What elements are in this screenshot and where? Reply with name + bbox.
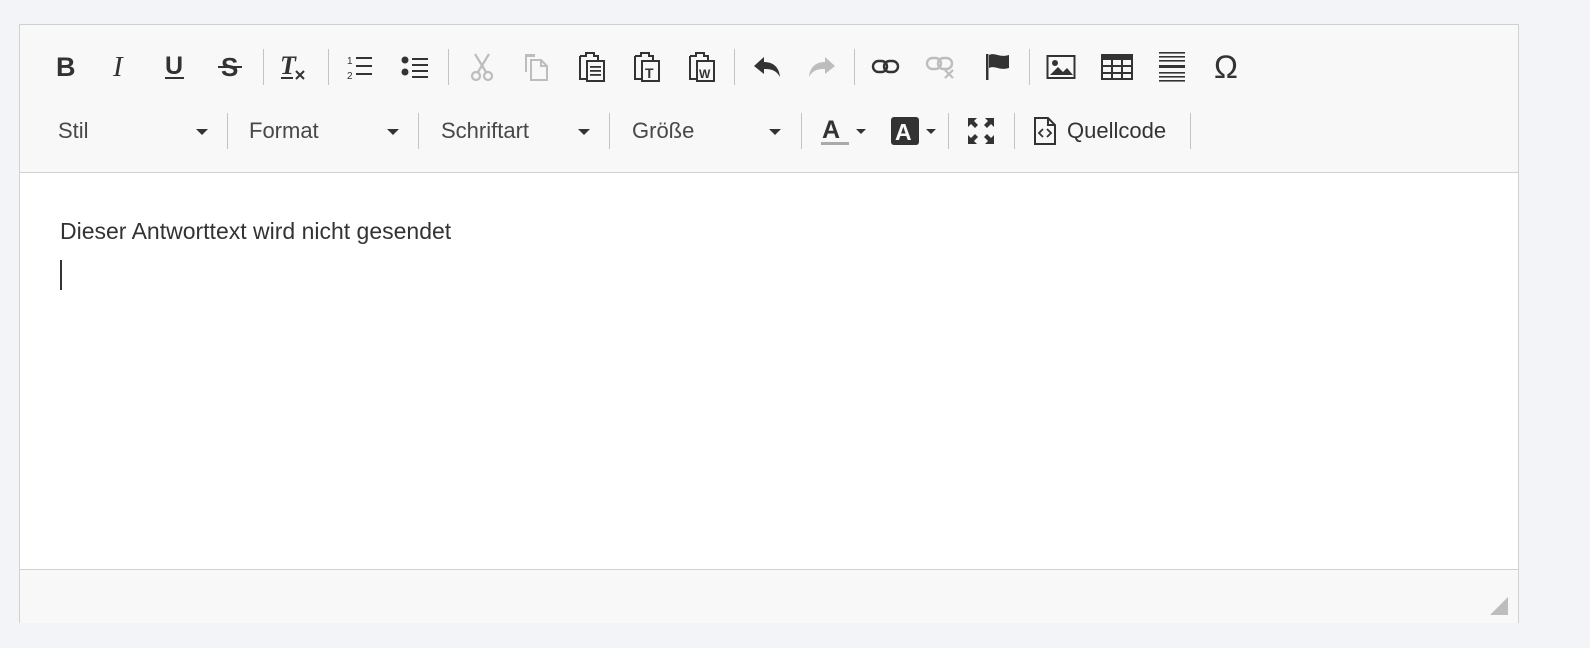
paste-word-icon: W (689, 52, 715, 82)
format-combo-label: Format (249, 118, 319, 143)
editor-toolbar: B I U S T 1 2 T W Ω Stil Format Schrifta… (20, 25, 1518, 173)
style-combo-label: Stil (58, 118, 89, 143)
redo-icon (809, 57, 835, 77)
underline-icon: U (165, 53, 184, 80)
bold-button[interactable]: B (45, 45, 85, 89)
svg-text:1: 1 (347, 56, 353, 67)
text-color-icon: A (821, 116, 849, 145)
toolbar-separator (227, 113, 228, 149)
source-document-icon (1034, 117, 1056, 145)
paste-icon (579, 52, 605, 82)
strikethrough-button[interactable]: S (210, 45, 250, 89)
paste-button[interactable] (572, 45, 612, 89)
svg-text:W: W (699, 67, 711, 81)
svg-text:T: T (280, 52, 297, 80)
svg-text:I: I (112, 54, 124, 80)
remove-format-button[interactable]: T (273, 45, 313, 89)
underline-button[interactable]: U (155, 45, 195, 89)
chevron-down-icon (856, 128, 866, 134)
toolbar-separator (418, 113, 419, 149)
undo-icon (754, 57, 780, 77)
horizontal-line-button[interactable] (1152, 45, 1192, 89)
source-button[interactable]: Quellcode (1033, 109, 1183, 153)
special-char-icon: Ω (1214, 52, 1238, 82)
background-color-button[interactable]: A (883, 109, 943, 153)
svg-text:2: 2 (347, 71, 353, 81)
special-char-button[interactable]: Ω (1208, 45, 1248, 89)
copy-icon (525, 54, 548, 81)
svg-text:Ω: Ω (1214, 52, 1238, 82)
text-caret (60, 260, 62, 290)
italic-icon: I (112, 54, 124, 80)
unlink-button[interactable] (921, 45, 961, 89)
editor-content-area[interactable]: Dieser Antworttext wird nicht gesendet (20, 173, 1518, 568)
toolbar-separator (1029, 49, 1030, 85)
font-combo-label: Schriftart (441, 118, 530, 143)
toolbar-separator (1190, 113, 1191, 149)
bulleted-list-button[interactable] (395, 45, 435, 89)
editor-text: Dieser Antworttext wird nicht gesendet (60, 218, 452, 244)
undo-button[interactable] (747, 45, 787, 89)
link-icon (871, 59, 900, 74)
size-combo[interactable]: Größe (632, 109, 792, 153)
remove-format-icon: T (280, 52, 305, 80)
numbered-list-icon: 1 2 (347, 56, 372, 81)
anchor-button[interactable] (977, 45, 1017, 89)
table-icon (1101, 54, 1133, 80)
svg-text:T: T (645, 65, 654, 81)
chevron-down-icon (578, 129, 590, 135)
toolbar-separator (1014, 113, 1015, 149)
toolbar-separator (448, 49, 449, 85)
chevron-down-icon (769, 129, 781, 135)
chevron-down-icon (387, 129, 399, 135)
horizontal-line-icon (1159, 52, 1185, 82)
paste-word-button[interactable]: W (682, 45, 722, 89)
image-button[interactable] (1041, 45, 1081, 89)
bulleted-list-icon (401, 56, 428, 78)
background-color-icon: A (891, 117, 919, 145)
svg-text:A: A (822, 116, 840, 144)
italic-button[interactable]: I (100, 45, 140, 89)
chevron-down-icon (196, 129, 208, 135)
toolbar-separator (328, 49, 329, 85)
cut-icon (470, 53, 494, 82)
strikethrough-icon: S (218, 53, 242, 81)
rich-text-editor: B I U S T 1 2 T W Ω Stil Format Schrifta… (19, 24, 1519, 623)
redo-button[interactable] (802, 45, 842, 89)
paste-text-icon: T (634, 52, 660, 82)
cut-button[interactable] (462, 45, 502, 89)
toolbar-separator (263, 49, 264, 85)
link-button[interactable] (866, 45, 906, 89)
editor-status-bar (20, 569, 1518, 623)
svg-text:A: A (895, 119, 912, 145)
unlink-icon (925, 56, 954, 79)
source-button-label: Quellcode (1067, 118, 1167, 143)
image-icon (1046, 55, 1076, 79)
svg-text:U: U (165, 53, 183, 80)
bold-icon: B (56, 54, 76, 80)
toolbar-separator (801, 113, 802, 149)
maximize-icon (968, 118, 994, 144)
chevron-down-icon (926, 128, 936, 134)
toolbar-separator (609, 113, 610, 149)
copy-button[interactable] (517, 45, 557, 89)
resize-handle-icon[interactable] (1490, 597, 1508, 615)
style-combo[interactable]: Stil (58, 109, 218, 153)
format-combo[interactable]: Format (249, 109, 409, 153)
paste-text-button[interactable]: T (627, 45, 667, 89)
svg-text:B: B (56, 54, 76, 80)
size-combo-label: Größe (632, 118, 695, 143)
font-combo[interactable]: Schriftart (441, 109, 601, 153)
numbered-list-button[interactable]: 1 2 (340, 45, 380, 89)
maximize-button[interactable] (961, 109, 1001, 153)
text-color-button[interactable]: A (813, 109, 873, 153)
anchor-flag-icon (986, 54, 1009, 80)
toolbar-separator (734, 49, 735, 85)
toolbar-separator (854, 49, 855, 85)
table-button[interactable] (1097, 45, 1137, 89)
toolbar-separator (948, 113, 949, 149)
